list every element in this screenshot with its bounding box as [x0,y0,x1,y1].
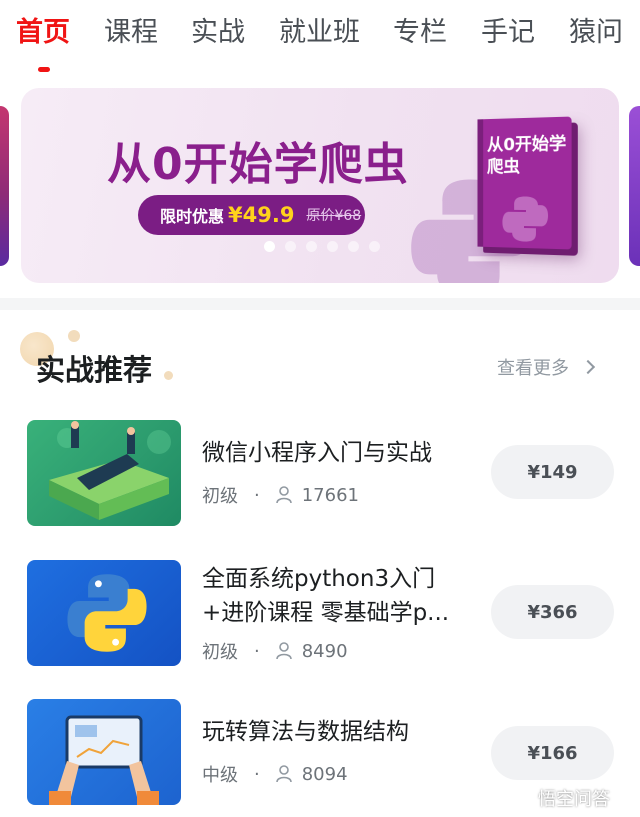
course-meta: 中级 · 8094 [202,761,348,787]
phone-illustration-icon [49,421,171,520]
course-level: 初级 [202,486,238,507]
course-list-item[interactable]: 微信小程序入门与实战 初级 · 17661 ¥149 [0,420,640,530]
user-icon [275,765,292,783]
course-title: 玩转算法与数据结构 [202,719,409,745]
course-thumbnail [27,420,181,526]
view-more-link[interactable]: 查看更多 [497,354,596,380]
carousel-dot[interactable] [348,241,359,252]
learner-count: 17661 [301,484,359,506]
tab-job-class[interactable]: 就业班 [279,10,360,49]
carousel-dot[interactable] [369,241,380,252]
chevron-right-icon [580,359,596,375]
course-list-item[interactable]: 全面系统python3入门+进阶课程 零基础学p... 初级 · 8490 ¥3… [0,560,640,670]
carousel-prev-slide-peek[interactable] [0,106,9,266]
python-logo-icon [67,574,147,652]
view-more-label: 查看更多 [497,358,569,379]
python-logo-icon [502,196,549,243]
course-thumbnail [27,560,181,666]
carousel-dots [264,241,380,252]
course-level: 初级 [202,642,238,663]
tab-notes[interactable]: 手记 [481,10,535,49]
wukong-logo-icon [513,790,533,806]
book-cover-title: 从0开始学爬虫 [486,134,567,178]
carousel-dot[interactable] [327,241,338,252]
carousel-next-slide-peek[interactable] [629,106,640,266]
original-price: 原价¥68 [306,208,362,224]
promo-label: 限时优惠 [160,207,225,226]
course-price-button[interactable]: ¥366 [491,585,614,639]
watermark-text: 悟空问答 [538,789,610,810]
promo-banner[interactable]: 从0开始学爬虫 限时优惠 ¥49.9 原价¥68 从0开始学爬虫 [21,88,619,283]
course-title: 全面系统python3入门+进阶课程 零基础学p... [202,566,450,626]
course-meta: 初级 · 17661 [202,482,359,508]
carousel-dot[interactable] [264,241,275,252]
tab-practice[interactable]: 实战 [191,10,245,49]
meta-separator: · [254,484,260,506]
active-tab-indicator [38,67,50,72]
section-title: 实战推荐 [36,353,153,387]
tab-qa[interactable]: 猿问 [569,10,623,49]
course-price-button[interactable]: ¥166 [491,726,614,780]
tab-courses[interactable]: 课程 [104,10,158,49]
carousel-dot[interactable] [306,241,317,252]
tab-home[interactable]: 首页 [16,10,70,49]
watermark: 悟空问答 [512,785,610,811]
tab-column[interactable]: 专栏 [393,10,447,49]
user-icon [275,486,292,504]
meta-separator: · [254,763,260,785]
book-cover-image: 从0开始学爬虫 [477,116,572,250]
course-title: 微信小程序入门与实战 [202,440,432,466]
promo-price: ¥49.9 [228,203,295,227]
book-spine [477,119,484,247]
course-level: 中级 [202,765,238,786]
decorative-circle [68,330,80,342]
learner-count: 8094 [301,763,348,785]
banner-title: 从0开始学爬虫 [107,139,409,190]
learner-count: 8490 [301,640,348,662]
section-divider [0,298,640,310]
decorative-circle [164,371,173,380]
banner-price-pill[interactable]: 限时优惠 ¥49.9 原价¥68 [138,195,365,235]
top-tab-bar: 首页 课程 实战 就业班 专栏 手记 猿问 [0,0,640,80]
course-thumbnail [27,699,181,805]
tablet-chart-illustration-icon [49,715,159,805]
carousel-dot[interactable] [285,241,296,252]
course-price-button[interactable]: ¥149 [491,445,614,499]
course-meta: 初级 · 8490 [202,638,348,664]
meta-separator: · [254,640,260,662]
user-icon [275,642,292,660]
